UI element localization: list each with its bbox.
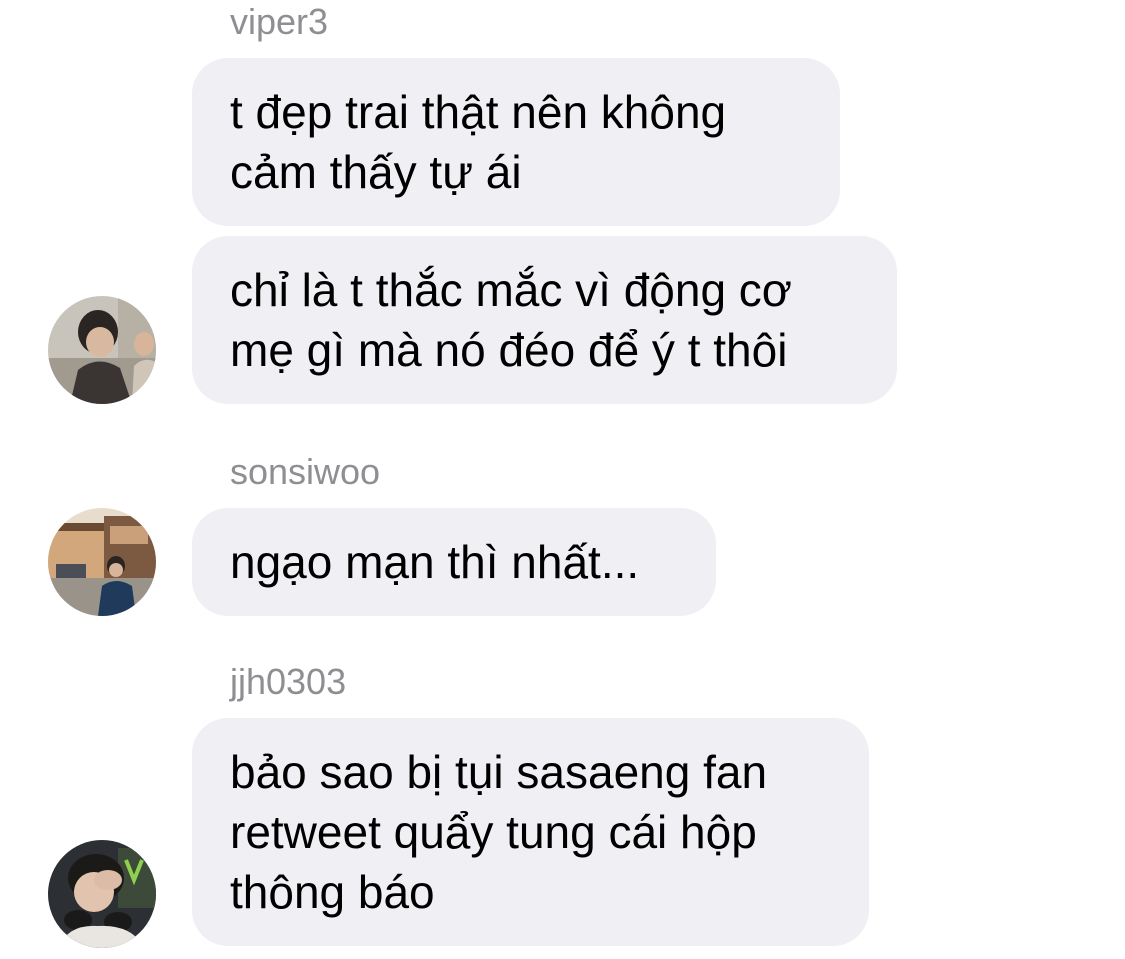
sender-username[interactable]: jjh0303 [230, 662, 346, 702]
sender-username[interactable]: sonsiwoo [230, 452, 380, 492]
message-bubble[interactable]: bảo sao bị tụi sasaeng fan retweet quẩy … [192, 718, 869, 946]
avatar-photo-icon [48, 840, 156, 948]
message-bubble[interactable]: ngạo mạn thì nhất... [192, 508, 716, 616]
avatar[interactable] [48, 508, 156, 616]
avatar[interactable] [48, 296, 156, 404]
sender-username[interactable]: viper3 [230, 2, 328, 42]
message-text: chỉ là t thắc mắc vì động cơ mẹ gì mà nó… [230, 264, 792, 376]
avatar[interactable] [48, 840, 156, 948]
message-bubble[interactable]: chỉ là t thắc mắc vì động cơ mẹ gì mà nó… [192, 236, 897, 404]
avatar-photo-icon [48, 296, 156, 404]
message-text: bảo sao bị tụi sasaeng fan retweet quẩy … [230, 746, 768, 918]
message-text: ngạo mạn thì nhất... [230, 536, 640, 588]
message-bubble[interactable]: t đẹp trai thật nên không cảm thấy tự ái [192, 58, 840, 226]
avatar-photo-icon [48, 508, 156, 616]
message-text: t đẹp trai thật nên không cảm thấy tự ái [230, 86, 727, 198]
